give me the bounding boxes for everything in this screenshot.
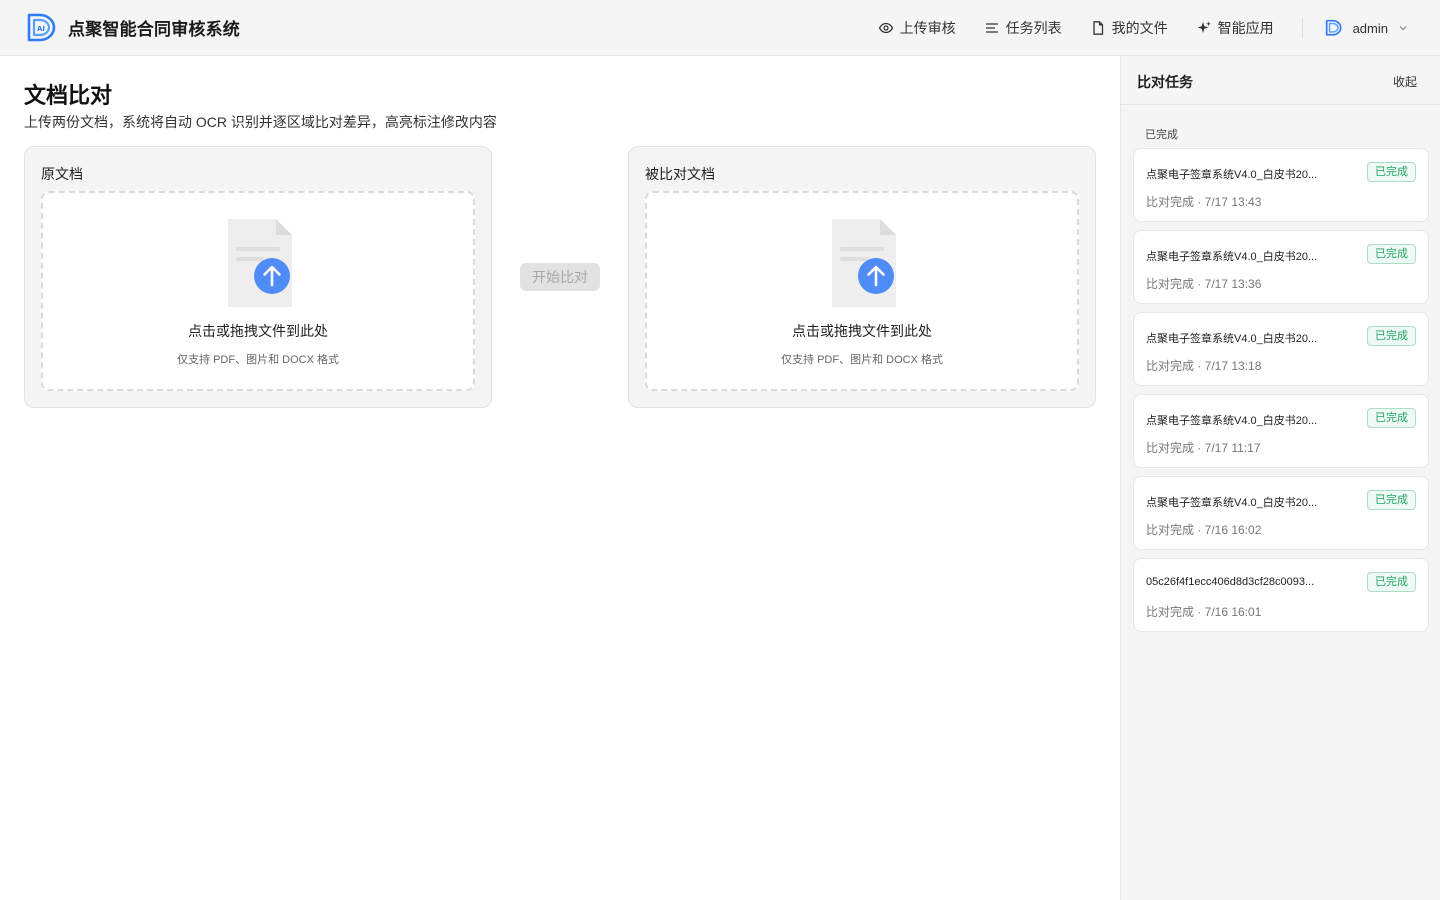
original-drop-text: 点击或拖拽文件到此处 [188,323,328,339]
task-item[interactable]: 05c26f4f1ecc406d8d3cf28c0093... 已完成 比对完成… [1133,558,1429,632]
top-nav: 上传审核 任务列表 我的文件 智能应用 admin [878,0,1440,56]
upload-file-icon [832,219,896,307]
original-document-card: 原文档 点击或拖拽文件到此处 仅支持 PDF、图片和 DOCX 格式 [24,146,492,408]
page-title: 文档比对 [24,83,113,108]
sparkle-icon [1197,21,1211,33]
compared-document-dropzone[interactable]: 点击或拖拽文件到此处 仅支持 PDF、图片和 DOCX 格式 [645,191,1079,391]
status-badge: 已完成 [1367,162,1416,182]
main-content: 文档比对 上传两份文档，系统将自动 OCR 识别并逐区域比对差异，高亮标注修改内… [0,56,1120,900]
status-badge: 已完成 [1367,490,1416,510]
user-name: admin [1352,20,1388,36]
user-menu[interactable]: admin [1325,19,1408,37]
task-meta: 比对完成 · 7/17 13:43 [1146,195,1262,209]
task-item[interactable]: 点聚电子签章系统V4.0_白皮书20... 已完成 比对完成 · 7/17 13… [1133,148,1429,222]
task-name: 点聚电子签章系统V4.0_白皮书20... [1146,169,1318,181]
start-compare-button[interactable]: 开始比对 [520,263,600,291]
compare-task-panel: 比对任务 收起 已完成 点聚电子签章系统V4.0_白皮书20... 已完成 比对… [1120,56,1440,900]
task-item[interactable]: 点聚电子签章系统V4.0_白皮书20... 已完成 比对完成 · 7/17 11… [1133,394,1429,468]
nav-my-files-label: 我的文件 [1111,20,1168,36]
task-meta: 比对完成 · 7/16 16:02 [1146,523,1262,537]
original-document-dropzone[interactable]: 点击或拖拽文件到此处 仅支持 PDF、图片和 DOCX 格式 [41,191,475,391]
nav-smart-apps-label: 智能应用 [1217,20,1274,36]
nav-upload-review[interactable]: 上传审核 [878,18,956,38]
collapse-button[interactable]: 收起 [1393,73,1417,90]
nav-my-files[interactable]: 我的文件 [1090,18,1168,38]
task-meta: 比对完成 · 7/17 13:18 [1146,359,1262,373]
user-logo-icon [1325,19,1342,36]
top-header: AI 点聚智能合同审核系统 上传审核 任务列表 我的文件 智能应用 admin [0,0,1440,56]
status-badge: 已完成 [1367,572,1416,592]
completed-group-label: 已完成 [1145,129,1178,141]
upload-file-icon [228,219,292,307]
task-item[interactable]: 点聚电子签章系统V4.0_白皮书20... 已完成 比对完成 · 7/17 13… [1133,230,1429,304]
nav-divider [1301,18,1303,38]
task-item[interactable]: 点聚电子签章系统V4.0_白皮书20... 已完成 比对完成 · 7/16 16… [1133,476,1429,550]
svg-text:AI: AI [37,25,45,33]
task-meta: 比对完成 · 7/17 13:36 [1146,277,1262,291]
task-list: 点聚电子签章系统V4.0_白皮书20... 已完成 比对完成 · 7/17 13… [1133,148,1429,640]
brand[interactable]: AI 点聚智能合同审核系统 [26,12,240,44]
nav-task-list[interactable]: 任务列表 [984,18,1062,38]
app-title: 点聚智能合同审核系统 [68,20,240,39]
status-badge: 已完成 [1367,326,1416,346]
task-name: 点聚电子签章系统V4.0_白皮书20... [1146,415,1318,427]
nav-smart-apps[interactable]: 智能应用 [1196,18,1274,38]
side-panel-header: 比对任务 收起 [1121,56,1440,105]
brand-logo-icon: AI [27,13,56,41]
task-name: 点聚电子签章系统V4.0_白皮书20... [1146,333,1318,345]
list-icon [985,23,998,33]
status-badge: 已完成 [1367,244,1416,264]
compared-drop-text: 点击或拖拽文件到此处 [792,323,932,339]
task-name: 点聚电子签章系统V4.0_白皮书20... [1146,497,1318,509]
nav-upload-review-label: 上传审核 [899,20,956,36]
task-name: 05c26f4f1ecc406d8d3cf28c0093... [1146,576,1315,588]
compared-document-card: 被比对文档 点击或拖拽文件到此处 仅支持 PDF、图片和 DOCX 格式 [628,146,1096,408]
task-name: 点聚电子签章系统V4.0_白皮书20... [1146,251,1318,263]
task-meta: 比对完成 · 7/17 11:17 [1146,441,1261,455]
chevron-down-icon [1399,26,1407,31]
task-meta: 比对完成 · 7/16 16:01 [1146,605,1262,619]
compared-drop-hint: 仅支持 PDF、图片和 DOCX 格式 [781,354,943,366]
file-icon [1092,21,1103,35]
status-badge: 已完成 [1367,408,1416,428]
original-drop-hint: 仅支持 PDF、图片和 DOCX 格式 [177,354,339,366]
compared-document-title: 被比对文档 [645,166,715,182]
nav-task-list-label: 任务列表 [1005,20,1062,36]
side-panel-title: 比对任务 [1137,74,1193,90]
task-item[interactable]: 点聚电子签章系统V4.0_白皮书20... 已完成 比对完成 · 7/17 13… [1133,312,1429,386]
page-subtitle: 上传两份文档，系统将自动 OCR 识别并逐区域比对差异，高亮标注修改内容 [24,114,497,130]
original-document-title: 原文档 [41,166,83,182]
eye-icon [878,22,893,34]
